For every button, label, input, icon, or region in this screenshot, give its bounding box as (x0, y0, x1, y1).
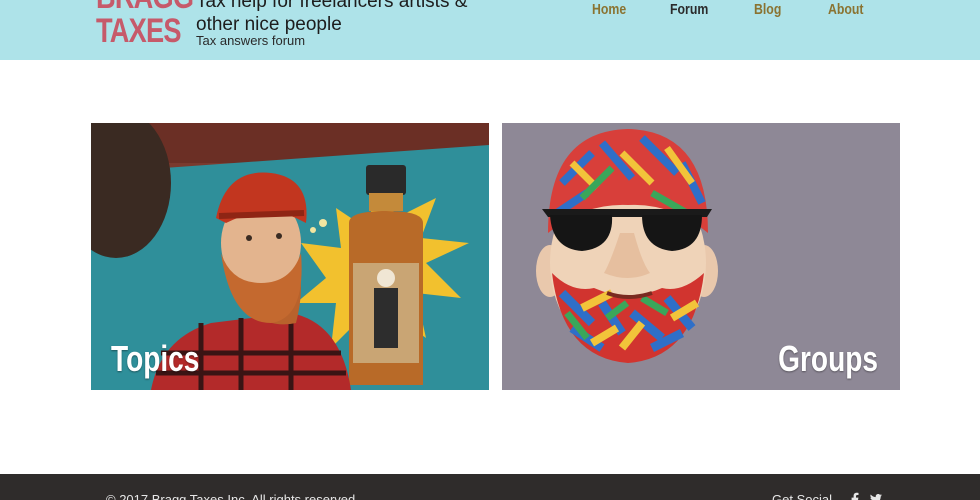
site-logo[interactable]: BRAGG TAXES (96, 0, 194, 52)
topics-card[interactable]: Topics (91, 123, 489, 390)
nav-home-link[interactable]: Home (592, 0, 626, 20)
social-label: Get Social (772, 492, 832, 500)
groups-card-label: Groups (778, 338, 878, 379)
site-header: BRAGG TAXES Tax help for freelancers art… (0, 0, 980, 60)
site-tagline: Tax help for freelancers artists & other… (196, 0, 467, 36)
site-subtitle: Tax answers forum (196, 33, 306, 48)
groups-card[interactable]: Groups (502, 123, 900, 390)
topics-card-label: Topics (111, 338, 200, 379)
nav-forum-link[interactable]: Forum (670, 0, 708, 20)
copyright-text: © 2017 Bragg Taxes Inc. All rights reser… (106, 492, 359, 500)
twitter-icon[interactable] (869, 492, 883, 500)
logo-line-2: TAXES (96, 12, 181, 50)
site-footer: © 2017 Bragg Taxes Inc. All rights reser… (0, 474, 980, 500)
facebook-icon[interactable] (848, 492, 862, 500)
tagline-line-1: Tax help for freelancers artists & (196, 0, 468, 12)
nav-blog-link[interactable]: Blog (754, 0, 781, 20)
nav-about-link[interactable]: About (828, 0, 864, 20)
